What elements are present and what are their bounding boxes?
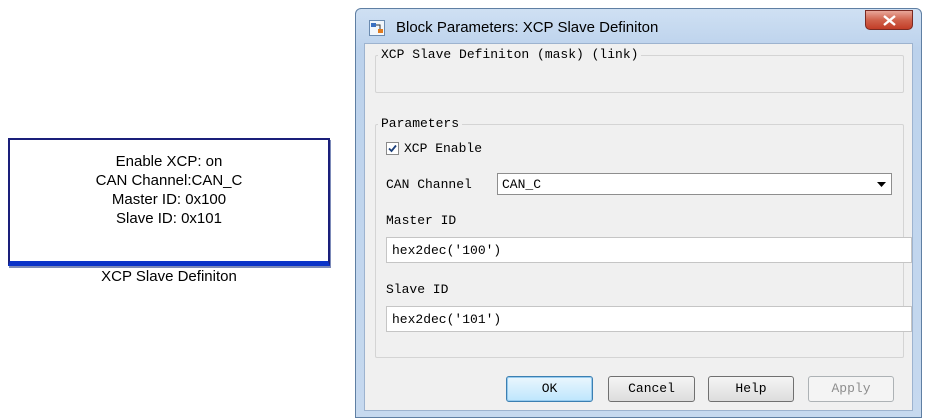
block-parameter-summary: Enable XCP: on CAN Channel:CAN_C Master … xyxy=(10,152,328,228)
parameters-group-title: Parameters xyxy=(378,116,463,131)
simulink-app-icon xyxy=(369,20,385,36)
xcp-slave-block[interactable]: Enable XCP: on CAN Channel:CAN_C Master … xyxy=(8,138,330,266)
chevron-down-icon xyxy=(877,182,886,187)
master-id-label: Master ID xyxy=(386,213,457,228)
mask-description-group: XCP Slave Definiton (mask) (link) xyxy=(375,47,904,93)
ok-button[interactable]: OK xyxy=(506,376,593,402)
checkmark-icon xyxy=(388,144,397,153)
xcp-enable-checkbox[interactable] xyxy=(386,142,399,155)
mask-group-title: XCP Slave Definiton (mask) (link) xyxy=(378,47,642,62)
dialog-content: XCP Slave Definiton (mask) (link) Parame… xyxy=(364,43,913,411)
close-button[interactable] xyxy=(865,10,913,30)
xcp-enable-row[interactable]: XCP Enable xyxy=(386,141,482,156)
xcp-enable-label: XCP Enable xyxy=(404,141,483,156)
slave-id-value: hex2dec('101') xyxy=(392,312,502,327)
apply-button[interactable]: Apply xyxy=(808,376,894,402)
dialog-title: Block Parameters: XCP Slave Definiton xyxy=(396,19,659,36)
dialog-titlebar[interactable]: Block Parameters: XCP Slave Definiton xyxy=(356,9,921,43)
slave-id-field[interactable]: hex2dec('101') xyxy=(386,306,912,332)
help-button[interactable]: Help xyxy=(708,376,794,402)
block-line-enable: Enable XCP: on xyxy=(115,153,223,170)
cancel-button[interactable]: Cancel xyxy=(608,376,695,402)
block-line-master-id: Master ID: 0x100 xyxy=(111,191,227,208)
slave-id-label: Slave ID xyxy=(386,282,449,297)
block-parameters-dialog: Block Parameters: XCP Slave Definiton XC… xyxy=(355,8,922,418)
master-id-field[interactable]: hex2dec('100') xyxy=(386,237,912,263)
can-channel-select[interactable]: CAN_C xyxy=(497,173,892,195)
block-name-label[interactable]: XCP Slave Definiton xyxy=(8,268,330,285)
can-channel-label: CAN Channel xyxy=(386,177,472,192)
master-id-value: hex2dec('100') xyxy=(392,243,502,258)
block-line-slave-id: Slave ID: 0x101 xyxy=(116,210,222,227)
can-channel-value: CAN_C xyxy=(502,177,542,192)
block-line-channel: CAN Channel:CAN_C xyxy=(95,172,243,189)
close-icon xyxy=(883,15,896,26)
